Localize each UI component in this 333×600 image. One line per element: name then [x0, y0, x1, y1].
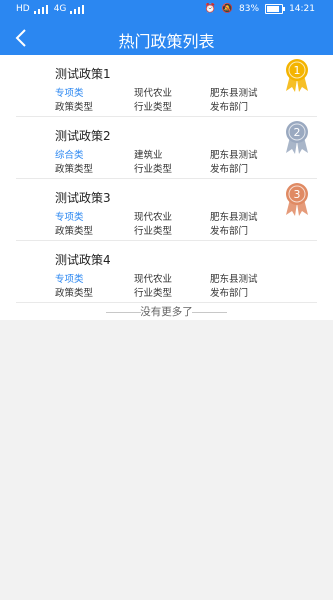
battery-icon	[265, 4, 286, 14]
industry-value: 建筑业	[134, 150, 163, 161]
policy-type-label: 政策类型	[55, 288, 94, 299]
rank-medal-icon: 2	[286, 121, 308, 154]
app-header: HD 4G ⏰ 🔕 83% 14:21 热门政策列表	[0, 0, 333, 55]
rank-number: 2	[294, 126, 301, 139]
dept-label: 发布部门	[210, 102, 249, 113]
battery-percent: 83%	[239, 4, 260, 14]
industry-value: 现代农业	[134, 274, 173, 285]
divider-line	[106, 312, 141, 313]
wifi-signal-icon	[70, 4, 86, 14]
dept-value: 肥东县测试	[210, 274, 258, 285]
industry-label: 行业类型	[134, 226, 173, 237]
dept-label: 发布部门	[210, 288, 249, 299]
policy-name: 测试政策3	[55, 191, 111, 205]
policy-type-label: 政策类型	[55, 102, 94, 113]
policy-row[interactable]: 测试政策1 专项类 现代农业 肥东县测试政策类型 行业类型 发布部门 1	[0, 55, 333, 117]
industry-label: 行业类型	[134, 164, 173, 175]
hd-indicator: HD	[16, 4, 30, 14]
signal-icon	[33, 4, 50, 14]
rank-medal-icon: 3	[286, 183, 308, 216]
mute-icon: 🔕	[221, 4, 234, 14]
status-bar: HD 4G ⏰ 🔕 83% 14:21	[0, 0, 333, 20]
dept-value: 肥东县测试	[210, 212, 258, 223]
policy-type-label: 政策类型	[55, 226, 94, 237]
policy-name: 测试政策1	[55, 67, 111, 81]
industry-value: 现代农业	[134, 212, 173, 223]
page-title: 热门政策列表	[118, 32, 215, 51]
policy-type-value: 专项类	[55, 212, 84, 223]
policy-row[interactable]: 测试政策3 专项类 现代农业 肥东县测试政策类型 行业类型 发布部门 3	[0, 179, 333, 241]
network-indicator: 4G	[53, 4, 67, 14]
policy-row[interactable]: 测试政策4 专项类 现代农业 肥东县测试政策类型 行业类型 发布部门	[0, 241, 333, 303]
rank-medal-icon: 1	[286, 59, 308, 92]
nav-bar: 热门政策列表	[0, 20, 333, 55]
rank-number: 1	[294, 64, 301, 77]
rank-number: 3	[294, 188, 301, 201]
policy-row[interactable]: 测试政策2 综合类 建筑业 肥东县测试政策类型 行业类型 发布部门 2	[0, 117, 333, 179]
industry-label: 行业类型	[134, 102, 173, 113]
policy-type-value: 专项类	[55, 88, 84, 99]
policy-type-label: 政策类型	[55, 164, 94, 175]
industry-label: 行业类型	[134, 288, 173, 299]
policy-list: 测试政策1 专项类 现代农业 肥东县测试 政策类型 行业类型 发布部门 1 测试政策2 综合类 建筑…	[0, 55, 333, 320]
dept-value: 肥东县测试	[210, 150, 258, 161]
industry-value: 现代农业	[134, 88, 173, 99]
policy-type-value: 综合类	[55, 150, 84, 161]
policy-name: 测试政策2	[55, 129, 111, 143]
dept-value: 肥东县测试	[210, 88, 258, 99]
row-divider	[16, 302, 317, 303]
dept-label: 发布部门	[210, 164, 249, 175]
clock: 14:21	[289, 4, 315, 14]
policy-type-value: 专项类	[55, 274, 84, 285]
dept-label: 发布部门	[210, 226, 249, 237]
divider-line	[192, 312, 227, 313]
no-more-text: 没有更多了	[140, 306, 193, 318]
alarm-icon: ⏰	[204, 4, 216, 14]
policy-name: 测试政策4	[55, 253, 111, 267]
no-more-indicator: 没有更多了	[0, 304, 333, 320]
